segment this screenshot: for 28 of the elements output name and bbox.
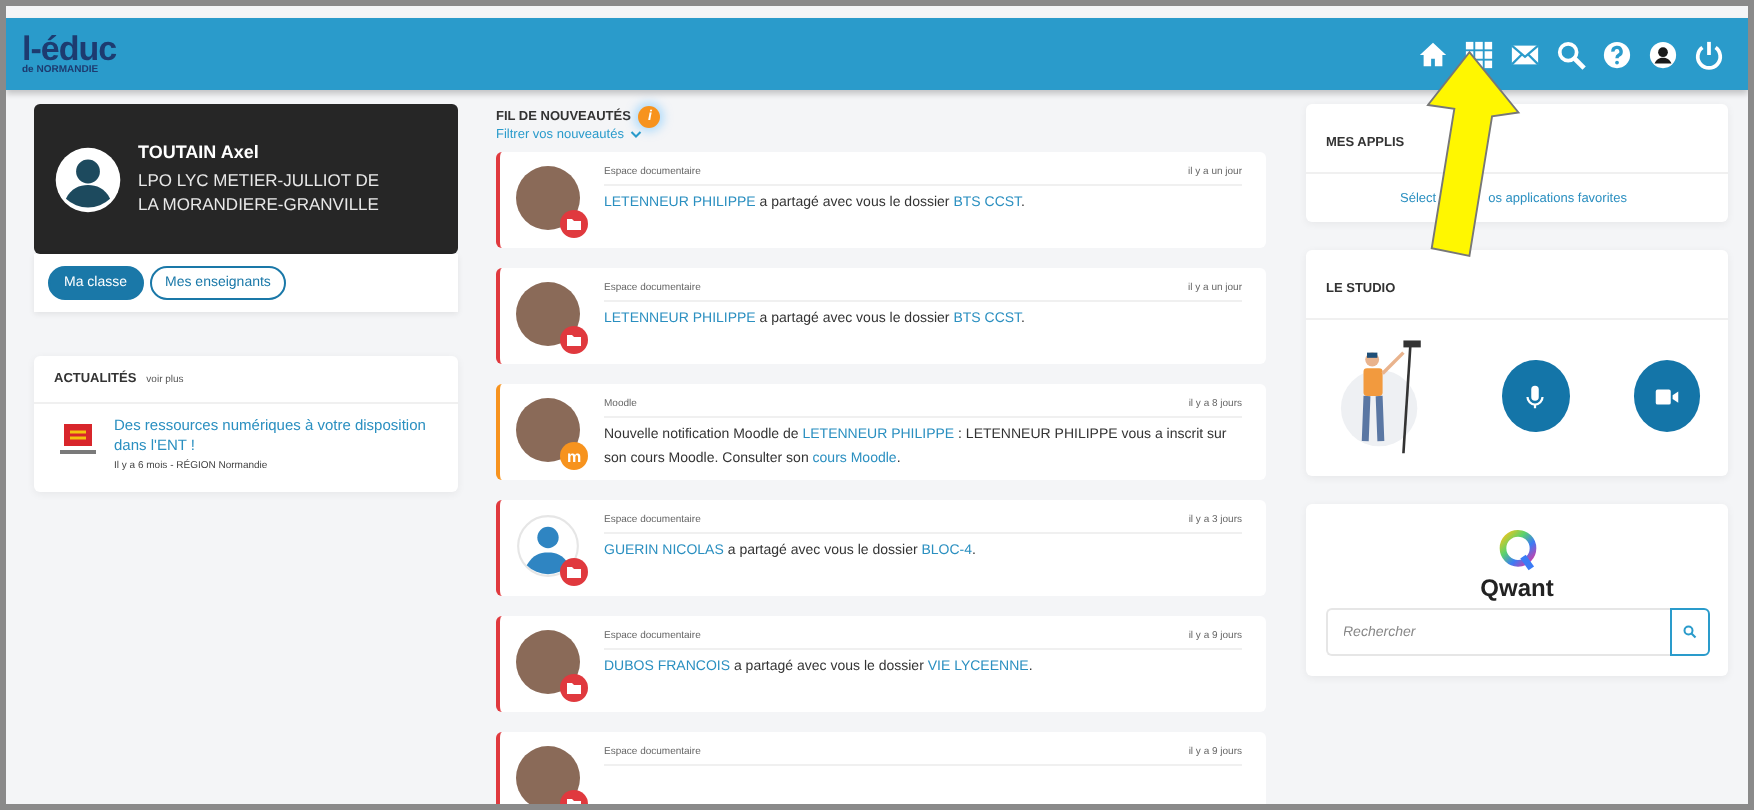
search-icon[interactable] [1681,624,1697,640]
video-camera-button[interactable] [1633,360,1700,432]
qwant-logo-text: Qwant [1480,574,1554,602]
user-name: TOUTAIN Axel [138,141,261,162]
logo-text: l-éduc [22,32,117,66]
avatar-photo [516,398,580,462]
power-icon[interactable] [1694,39,1724,69]
microphone-button[interactable] [1502,360,1570,432]
school-name: LPO LYC METIER-JULLIOT DE LA MORANDIERE-GRANVILLE [138,167,382,217]
avatar-photo [516,166,580,230]
mail-icon[interactable] [1510,39,1540,69]
search-icon[interactable] [1556,39,1586,69]
help-icon[interactable] [1602,39,1632,69]
avatar-photo [516,282,580,346]
caret-icon[interactable] [629,130,642,140]
flag-logo-icon [58,424,98,456]
moodle-badge: m [560,442,588,470]
avatar-photo [516,746,580,804]
avatar-photo [516,630,580,695]
home-icon[interactable] [1418,39,1448,69]
folder-badge-icon [560,674,588,703]
user-avatar-icon [54,145,122,213]
folder-badge-icon [560,326,588,354]
account-icon[interactable] [1648,39,1678,69]
folder-badge-icon [560,558,588,587]
folder-badge-icon [560,210,588,238]
qwant-q-icon [1497,528,1537,572]
search-button[interactable] [1669,608,1709,656]
